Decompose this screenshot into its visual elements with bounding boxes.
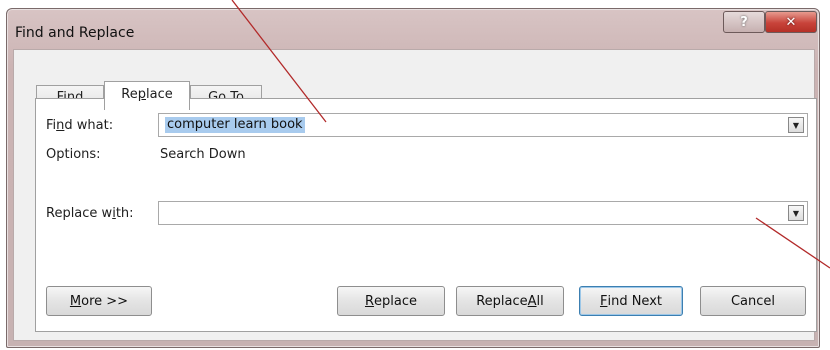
title-bar[interactable]: Find and Replace ? ✕ <box>7 9 819 49</box>
chevron-down-icon: ▼ <box>792 120 800 130</box>
find-what-combobox[interactable]: computer learn book ▼ <box>158 113 808 137</box>
close-icon: ✕ <box>785 14 797 30</box>
tab-replace[interactable]: Re p lace <box>104 81 190 110</box>
question-icon: ? <box>740 14 748 30</box>
replace-with-label: Replace with: <box>46 206 134 221</box>
replace-dropdown-button[interactable]: ▼ <box>788 205 804 221</box>
more-button[interactable]: More >> <box>46 286 152 316</box>
dialog-title: Find and Replace <box>15 25 135 41</box>
find-what-label: Find what: <box>46 118 114 133</box>
options-value: Search Down <box>160 147 246 162</box>
replace-all-button[interactable]: Replace All <box>456 286 564 316</box>
tab-replace-accel: p <box>137 86 146 102</box>
replace-button[interactable]: Replace <box>337 286 445 316</box>
replace-with-combobox[interactable]: ▼ <box>158 201 808 225</box>
tab-replace-label-rest: lace <box>145 86 173 102</box>
options-label: Options: <box>46 147 101 162</box>
find-next-button[interactable]: Find Next <box>579 286 683 316</box>
cancel-button[interactable]: Cancel <box>700 286 806 316</box>
chevron-down-icon: ▼ <box>792 208 800 218</box>
find-dropdown-button[interactable]: ▼ <box>788 117 804 133</box>
close-button[interactable]: ✕ <box>765 11 817 33</box>
tab-replace-label: Re <box>121 86 138 102</box>
help-button[interactable]: ? <box>723 11 765 33</box>
find-what-value[interactable]: computer learn book <box>165 117 305 133</box>
